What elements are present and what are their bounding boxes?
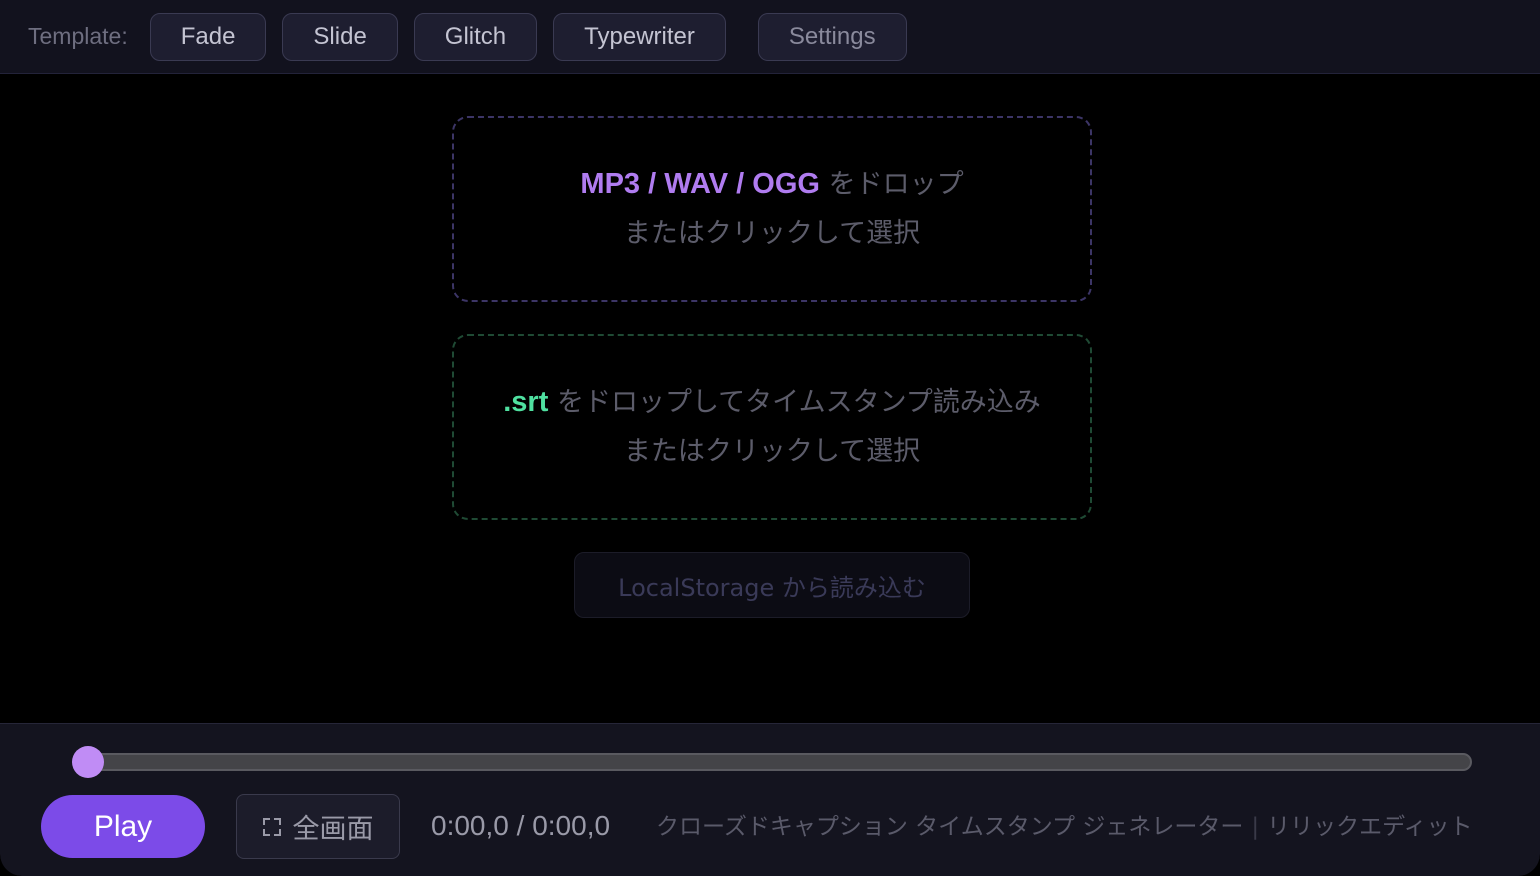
template-glitch-button[interactable]: Glitch	[413, 12, 538, 61]
time-total: 0:00,0	[532, 810, 611, 841]
seek-slider-thumb[interactable]	[72, 746, 104, 778]
template-typewriter-button[interactable]: Typewriter	[553, 12, 726, 61]
srt-format: .srt	[503, 386, 549, 418]
srt-dropzone-line1: .srt をドロップしてタイムスタンプ読み込み	[503, 378, 1041, 427]
template-slide-button[interactable]: Slide	[282, 12, 398, 61]
time-readout: 0:00,0 / 0:00,0	[431, 808, 610, 844]
fullscreen-icon	[262, 817, 281, 836]
time-current: 0:00,0	[431, 810, 509, 841]
caption-separator: |	[1251, 814, 1260, 840]
srt-drop-instruction: をドロップしてタイムスタンプ読み込み	[548, 387, 1041, 418]
audio-dropzone[interactable]: MP3 / WAV / OGG をドロップ またはクリックして選択	[452, 116, 1092, 302]
srt-dropzone[interactable]: .srt をドロップしてタイムスタンプ読み込み またはクリックして選択	[452, 334, 1092, 520]
audio-dropzone-line1: MP3 / WAV / OGG をドロップ	[580, 160, 963, 209]
app-window: Template: Fade Slide Glitch Typewriter S…	[0, 0, 1540, 876]
fullscreen-label: 全画面	[292, 814, 374, 845]
audio-drop-instruction: をドロップ	[819, 169, 964, 200]
time-separator: /	[508, 810, 533, 841]
srt-click-instruction: またはクリックして選択	[623, 436, 921, 467]
audio-formats: MP3 / WAV / OGG	[580, 168, 820, 200]
caption-title: クローズドキャプション タイムスタンプ ジェネレーター	[656, 814, 1244, 840]
player-bar: Play 全画面 0:00,0 / 0:00,0 クローズドキャプション タイム…	[0, 723, 1540, 876]
play-button[interactable]: Play	[41, 795, 205, 858]
fullscreen-button[interactable]: 全画面	[236, 794, 400, 859]
load-localstorage-button[interactable]: LocalStorage から読み込む	[574, 552, 970, 618]
app-caption: クローズドキャプション タイムスタンプ ジェネレーター | リリックエディット	[656, 810, 1472, 844]
template-label: Template:	[28, 23, 128, 49]
settings-button[interactable]: Settings	[757, 12, 907, 61]
caption-mode: リリックエディット	[1267, 814, 1473, 840]
template-toolbar: Template: Fade Slide Glitch Typewriter S…	[0, 0, 1540, 74]
audio-click-instruction: またはクリックして選択	[623, 218, 921, 249]
template-fade-button[interactable]: Fade	[149, 12, 267, 61]
seek-slider-track[interactable]	[80, 753, 1472, 771]
